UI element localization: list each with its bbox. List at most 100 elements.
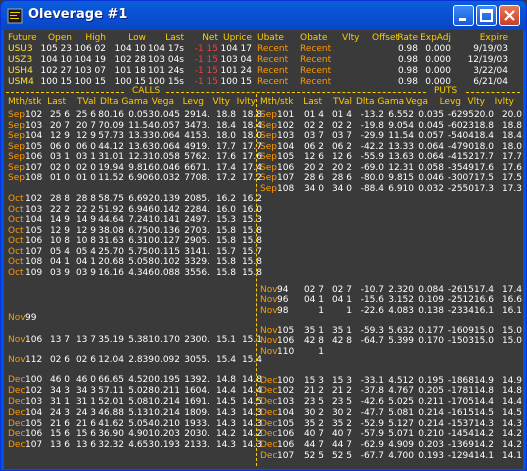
put-cell: 14.5 bbox=[473, 408, 494, 418]
future-symbol: USZ3 bbox=[8, 55, 33, 65]
maximize-button[interactable] bbox=[476, 5, 497, 26]
put-cell: 0.032 bbox=[418, 183, 444, 194]
future-ubate: Recent bbox=[257, 55, 289, 65]
put-cell: 16.1 bbox=[473, 306, 494, 316]
put-cell: 18.4 bbox=[501, 131, 522, 141]
call-cell: 15.3 bbox=[241, 215, 262, 225]
put-strike: 101 bbox=[277, 110, 295, 120]
call-cell: 6671. bbox=[184, 162, 210, 173]
future-net: -1 15 bbox=[194, 55, 218, 65]
put-cell: 17.7 bbox=[501, 152, 522, 162]
call-cell: 14.2 bbox=[241, 429, 262, 439]
call-cell: 17.2 bbox=[215, 173, 236, 183]
put-cell: 15 3 bbox=[331, 376, 352, 386]
call-cell: 18.4 bbox=[241, 120, 262, 131]
close-button[interactable] bbox=[499, 5, 520, 26]
put-month: Sep bbox=[260, 110, 277, 120]
put-cell: 0.057 bbox=[418, 131, 444, 141]
put-cell: 0.193 bbox=[418, 451, 444, 461]
futures-header-cell: ExpAdj bbox=[420, 33, 451, 43]
minimize-button[interactable] bbox=[453, 5, 474, 26]
put-cell: 0.064 bbox=[418, 152, 444, 162]
put-cell: -1781 bbox=[447, 386, 474, 396]
call-cell: 0.142 bbox=[154, 204, 180, 215]
put-cell: 0.170 bbox=[418, 336, 444, 346]
call-cell: 1604. bbox=[184, 386, 210, 396]
future-net: -1 15 bbox=[194, 77, 218, 87]
call-cell: 22 2 bbox=[49, 204, 70, 215]
call-cell: 15.8 bbox=[215, 236, 236, 246]
put-cell: 14.8 bbox=[473, 386, 494, 396]
call-month: Dec bbox=[8, 375, 26, 385]
put-cell: 0.177 bbox=[418, 326, 444, 336]
call-month: Oct bbox=[8, 215, 24, 225]
future-expadj: 0.000 bbox=[425, 66, 451, 76]
put-month: Dec bbox=[260, 397, 278, 407]
call-cell: 02 6 bbox=[49, 355, 70, 365]
put-month: Dec bbox=[260, 440, 278, 450]
future-symbol: USU3 bbox=[8, 44, 33, 54]
call-cell: 15.8 bbox=[215, 257, 236, 267]
call-cell: 2085. bbox=[184, 194, 210, 204]
put-cell: -13.2 bbox=[360, 110, 384, 120]
put-strike: 106 bbox=[277, 336, 295, 346]
put-cell: 52 5 bbox=[331, 451, 352, 461]
future-expire: 9/19/03 bbox=[473, 44, 508, 54]
put-month: Dec bbox=[260, 419, 278, 429]
call-cell: 0.088 bbox=[154, 267, 180, 278]
puts-header-cell: Vlty bbox=[467, 97, 485, 107]
future-low: 104 10 bbox=[114, 44, 147, 54]
app-window: Oleverage #1 Future Open High Low Last Net Upr… bbox=[0, 0, 527, 471]
maximize-icon bbox=[480, 9, 493, 22]
put-strike: 105 bbox=[277, 152, 295, 162]
title-bar[interactable]: Oleverage #1 bbox=[1, 1, 526, 30]
future-low: 101 18 bbox=[114, 66, 147, 76]
call-cell: 14.4 bbox=[241, 386, 262, 396]
put-strike: 107 bbox=[277, 173, 295, 183]
call-cell: 14.5 bbox=[241, 397, 262, 407]
put-cell: -1609 bbox=[447, 326, 474, 336]
put-cell: 18.4 bbox=[473, 131, 494, 141]
future-net: -1 15 bbox=[194, 44, 218, 54]
call-cell: 15.8 bbox=[241, 267, 262, 278]
call-cell: 1392. bbox=[184, 375, 210, 385]
put-strike: 106 bbox=[277, 440, 295, 450]
puts-header-cell: Last bbox=[303, 97, 322, 107]
put-cell: 06 2 bbox=[303, 141, 324, 152]
call-cell: 18.8 bbox=[241, 110, 262, 120]
call-month: Oct bbox=[8, 267, 24, 278]
put-month: Sep bbox=[260, 183, 277, 194]
call-month: Dec bbox=[8, 408, 26, 418]
call-cell: 15.8 bbox=[241, 225, 262, 236]
call-cell: 15.8 bbox=[215, 225, 236, 236]
put-cell: 0.214 bbox=[418, 419, 444, 429]
call-cell: 15.4 bbox=[241, 355, 262, 365]
put-cell: 52 5 bbox=[303, 451, 324, 461]
call-cell: 14.3 bbox=[215, 419, 236, 429]
call-cell: 70.09 bbox=[98, 120, 124, 131]
call-cell: 0.057 bbox=[154, 120, 180, 131]
put-strike: 108 bbox=[277, 183, 295, 194]
futures-header-cell: Vlty bbox=[342, 33, 360, 43]
call-cell: 0.136 bbox=[154, 225, 180, 236]
call-cell: 7708. bbox=[184, 173, 210, 183]
call-month: Oct bbox=[8, 204, 24, 215]
put-cell: 02 2 bbox=[303, 120, 324, 131]
put-cell: 02 2 bbox=[331, 120, 352, 131]
futures-header-cell: Uprice bbox=[223, 33, 252, 43]
put-cell: 15.0 bbox=[473, 326, 494, 336]
put-month: Sep bbox=[260, 131, 277, 141]
put-cell: 0.045 bbox=[418, 120, 444, 131]
call-cell: 4919. bbox=[184, 141, 210, 152]
put-strike: 107 bbox=[277, 451, 295, 461]
call-cell: 15.8 bbox=[241, 257, 262, 267]
put-cell: -2615 bbox=[447, 285, 474, 295]
put-cell: 35 2 bbox=[303, 419, 324, 429]
call-cell: 41.62 bbox=[98, 419, 124, 429]
put-cell: -4152 bbox=[447, 152, 474, 162]
call-month: Oct bbox=[8, 225, 24, 236]
put-cell: 17.3 bbox=[501, 183, 522, 194]
futures-header-cell: Obate bbox=[300, 33, 328, 43]
put-month: Nov bbox=[260, 306, 278, 316]
call-month: Dec bbox=[8, 397, 26, 407]
